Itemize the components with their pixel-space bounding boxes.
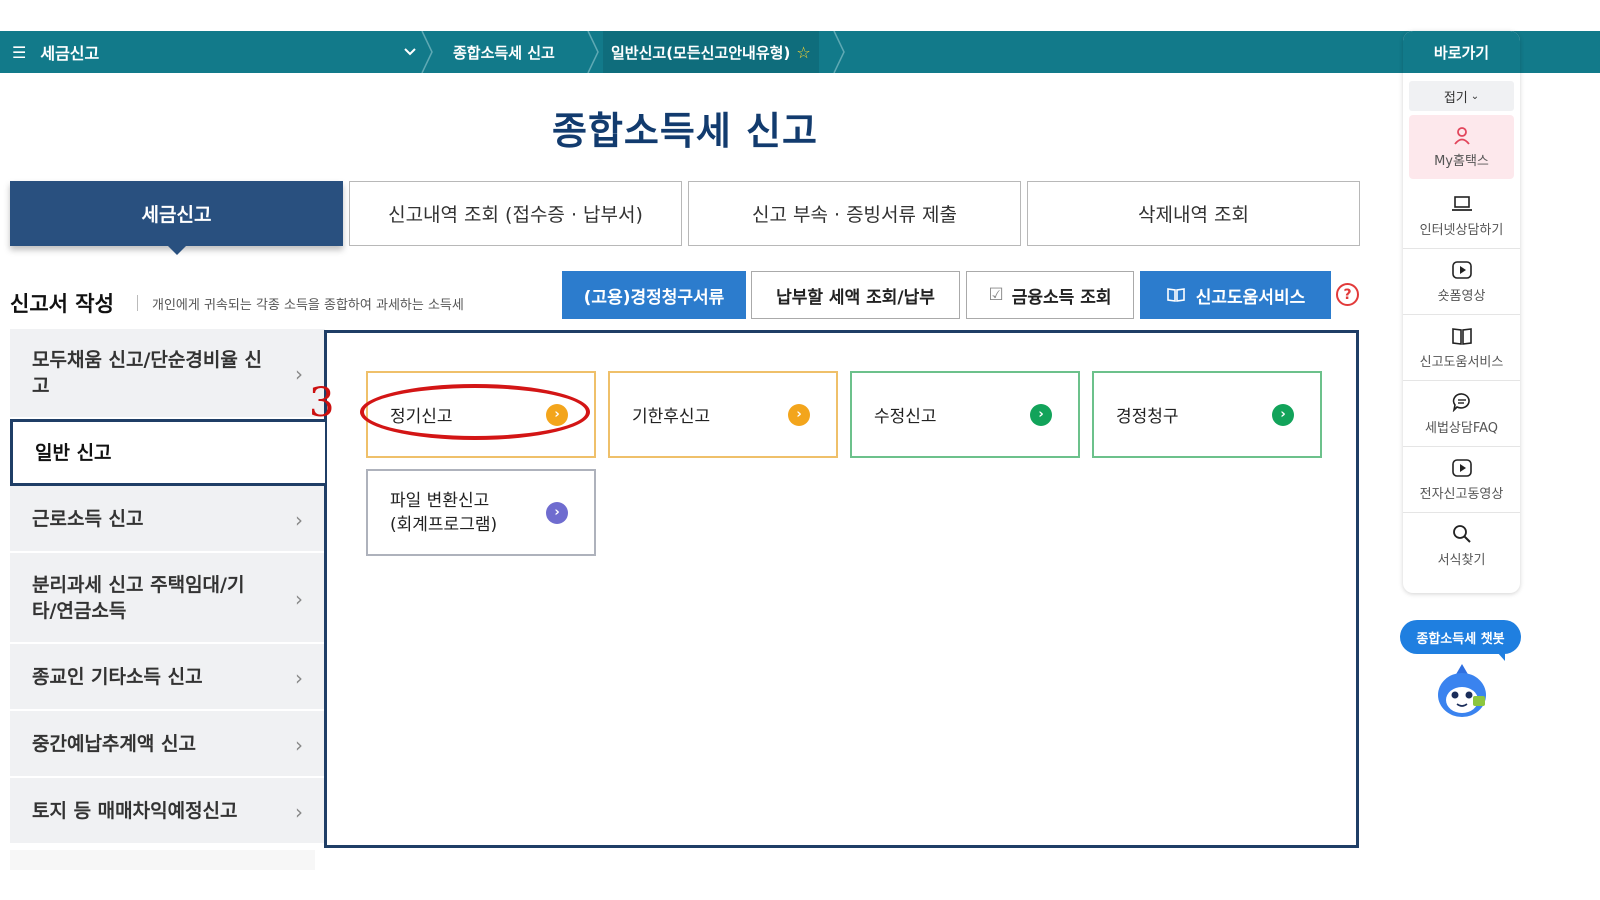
- amended-report-card[interactable]: 수정신고 ›: [850, 371, 1080, 458]
- late-report-card[interactable]: 기한후신고 ›: [608, 371, 838, 458]
- tab-tax-report[interactable]: 세금신고: [10, 181, 343, 255]
- left-menu-item-prefilled-report[interactable]: 모두채움 신고/단순경비율 신고 ›: [10, 329, 325, 419]
- section-title: 신고서 작성: [10, 292, 114, 316]
- breadcrumb-separator-icon: [587, 31, 599, 73]
- main-menu-button[interactable]: ☰ 세금신고: [12, 31, 99, 73]
- help-icon[interactable]: ?: [1336, 283, 1359, 306]
- chevron-right-icon: ›: [295, 799, 303, 824]
- breadcrumb-separator-icon: [833, 31, 845, 73]
- left-menu-item-separate-taxation-report[interactable]: 분리과세 신고 주택임대/기타/연금소득 ›: [10, 553, 325, 644]
- quick-link-find-forms[interactable]: 서식찾기: [1403, 513, 1520, 579]
- arrow-right-circle-icon: ›: [1030, 403, 1052, 426]
- chatbot-button[interactable]: 종합소득세 챗봇: [1400, 620, 1521, 661]
- file-conversion-report-card[interactable]: 파일 변환신고 (회계프로그램) ›: [366, 469, 596, 556]
- breadcrumb-separator-icon: [421, 31, 433, 73]
- search-icon: [1452, 525, 1471, 543]
- breadcrumb-item-general-report[interactable]: 일반신고(모든신고안내유형) ☆: [603, 31, 819, 73]
- chevron-right-icon: ›: [295, 586, 303, 611]
- tab-deleted-history[interactable]: 삭제내역 조회: [1027, 181, 1360, 246]
- left-menu: 모두채움 신고/단순경비율 신고 › 일반 신고 근로소득 신고 › 분리과세 …: [10, 329, 325, 845]
- annotation-highlight-ellipse: [360, 384, 590, 440]
- main-menu-label: 세금신고: [40, 44, 100, 63]
- left-menu-bottom-spacer: [10, 850, 315, 870]
- arrow-right-circle-icon: ›: [1272, 403, 1294, 426]
- fold-button[interactable]: 접기 ⌄: [1409, 81, 1514, 111]
- chevron-right-icon: ›: [295, 362, 303, 386]
- checkbox-icon: ☑: [988, 285, 1004, 305]
- card-label-line2: (회계프로그램): [390, 514, 498, 535]
- chevron-down-icon[interactable]: [403, 39, 417, 69]
- left-menu-item-religious-income-report[interactable]: 종교인 기타소득 신고 ›: [10, 644, 325, 711]
- chevron-down-icon: ⌄: [1470, 90, 1480, 102]
- card-label-line1: 파일 변환신고: [390, 490, 490, 511]
- chevron-right-icon: ›: [295, 665, 303, 690]
- book-icon: [1166, 287, 1186, 303]
- quick-link-tax-faq[interactable]: 세법상담FAQ: [1403, 381, 1520, 447]
- laptop-icon: [1451, 195, 1472, 211]
- left-menu-item-land-sale-profit-report[interactable]: 토지 등 매매차익예정신고 ›: [10, 778, 325, 845]
- chevron-right-icon: ›: [295, 507, 303, 532]
- chat-icon: [1452, 392, 1470, 412]
- quick-link-e-filing-videos[interactable]: 전자신고동영상: [1403, 447, 1520, 513]
- quick-link-short-videos[interactable]: 숏폼영상: [1403, 249, 1520, 315]
- quick-link-my-hometax[interactable]: My홈택스: [1409, 115, 1514, 179]
- breadcrumb-item-income-tax[interactable]: 종합소득세 신고: [453, 31, 555, 73]
- correction-claim-docs-button[interactable]: (고용)경정청구서류: [562, 271, 746, 319]
- quick-links-panel: 바로가기 접기 ⌄ My홈택스 인터넷상담하기 숏폼영상 신고도움서비스 세법상…: [1403, 31, 1520, 593]
- section-divider: [137, 295, 138, 311]
- correction-claim-card[interactable]: 경정청구 ›: [1092, 371, 1322, 458]
- chevron-right-icon: ›: [295, 732, 303, 757]
- top-navigation-bar: ☰ 세금신고 종합소득세 신고 일반신고(모든신고안내유형) ☆: [0, 31, 1600, 73]
- video-icon: [1451, 458, 1472, 477]
- quick-link-online-consultation[interactable]: 인터넷상담하기: [1403, 183, 1520, 249]
- tab-submit-documents[interactable]: 신고 부속 · 증빙서류 제출: [688, 181, 1021, 246]
- section-description: 개인에게 귀속되는 각종 소득을 종합하여 과세하는 소득세: [152, 298, 464, 313]
- arrow-right-circle-icon: ›: [546, 501, 568, 524]
- report-help-service-button[interactable]: 신고도움서비스: [1140, 271, 1331, 319]
- book-icon: [1451, 327, 1472, 345]
- arrow-right-circle-icon: ›: [788, 403, 810, 426]
- left-menu-item-earned-income-report[interactable]: 근로소득 신고 ›: [10, 486, 325, 553]
- left-menu-item-interim-prepayment-report[interactable]: 중간예납추계액 신고 ›: [10, 711, 325, 778]
- tab-report-history[interactable]: 신고내역 조회 (접수증 · 납부서): [349, 181, 682, 246]
- tax-payment-inquiry-button[interactable]: 납부할 세액 조회/납부: [751, 271, 960, 319]
- quick-link-report-help[interactable]: 신고도움서비스: [1403, 315, 1520, 381]
- page-title: 종합소득세 신고: [552, 109, 818, 153]
- left-menu-item-general-report[interactable]: 일반 신고: [10, 419, 325, 486]
- chatbot-mascot-icon[interactable]: [1433, 662, 1491, 720]
- quick-links-title: 바로가기: [1403, 31, 1520, 73]
- person-icon: [1453, 127, 1470, 145]
- play-icon: [1451, 260, 1472, 279]
- financial-income-inquiry-button[interactable]: ☑ 금융소득 조회: [966, 271, 1134, 319]
- favorite-star-icon[interactable]: ☆: [796, 43, 810, 62]
- hamburger-icon: ☰: [12, 42, 27, 62]
